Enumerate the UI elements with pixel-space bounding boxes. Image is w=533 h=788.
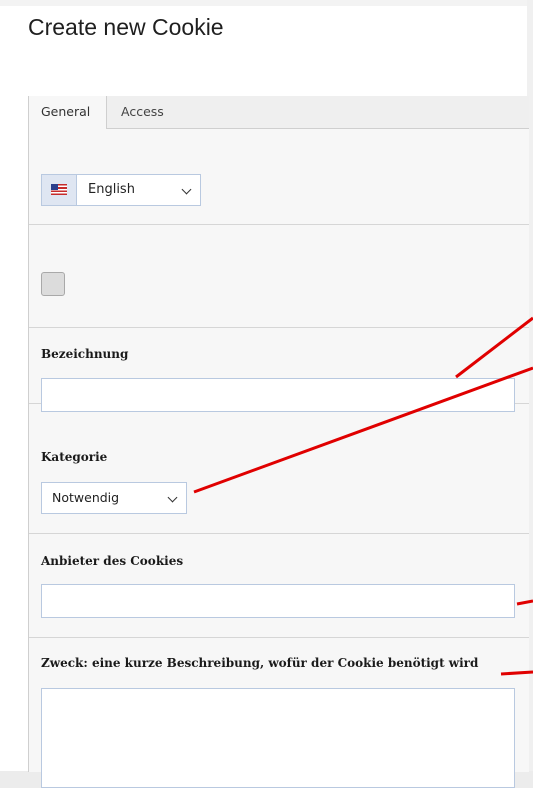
tab-bar: General Access [29,96,529,129]
zweck-label: Zweck: eine kurze Beschreibung, wofür de… [41,656,479,670]
toggle-checkbox[interactable] [41,272,65,296]
language-selected-value: English [88,182,135,197]
tab-general[interactable]: General [29,96,107,129]
kategorie-label: Kategorie [41,450,108,464]
language-select[interactable]: English [41,174,201,206]
us-flag-icon [51,184,67,195]
kategorie-select[interactable]: Notwendig [41,482,187,514]
chevron-down-icon [181,184,192,195]
tab-access[interactable]: Access [109,96,176,128]
form-panel: General Access English Bezeichnung Kateg… [28,96,529,788]
chevron-down-icon [167,492,178,503]
bezeichnung-label: Bezeichnung [41,347,129,361]
top-strip [0,0,533,6]
anbieter-input[interactable] [41,584,515,618]
anbieter-label: Anbieter des Cookies [41,554,184,568]
kategorie-selected-value: Notwendig [52,490,120,505]
checkbox-section [29,225,529,328]
flag-box [42,175,77,205]
zweck-textarea[interactable] [41,688,515,788]
page: Create new Cookie General Access English… [0,0,533,788]
kategorie-section [29,404,529,534]
page-title: Create new Cookie [28,14,224,40]
